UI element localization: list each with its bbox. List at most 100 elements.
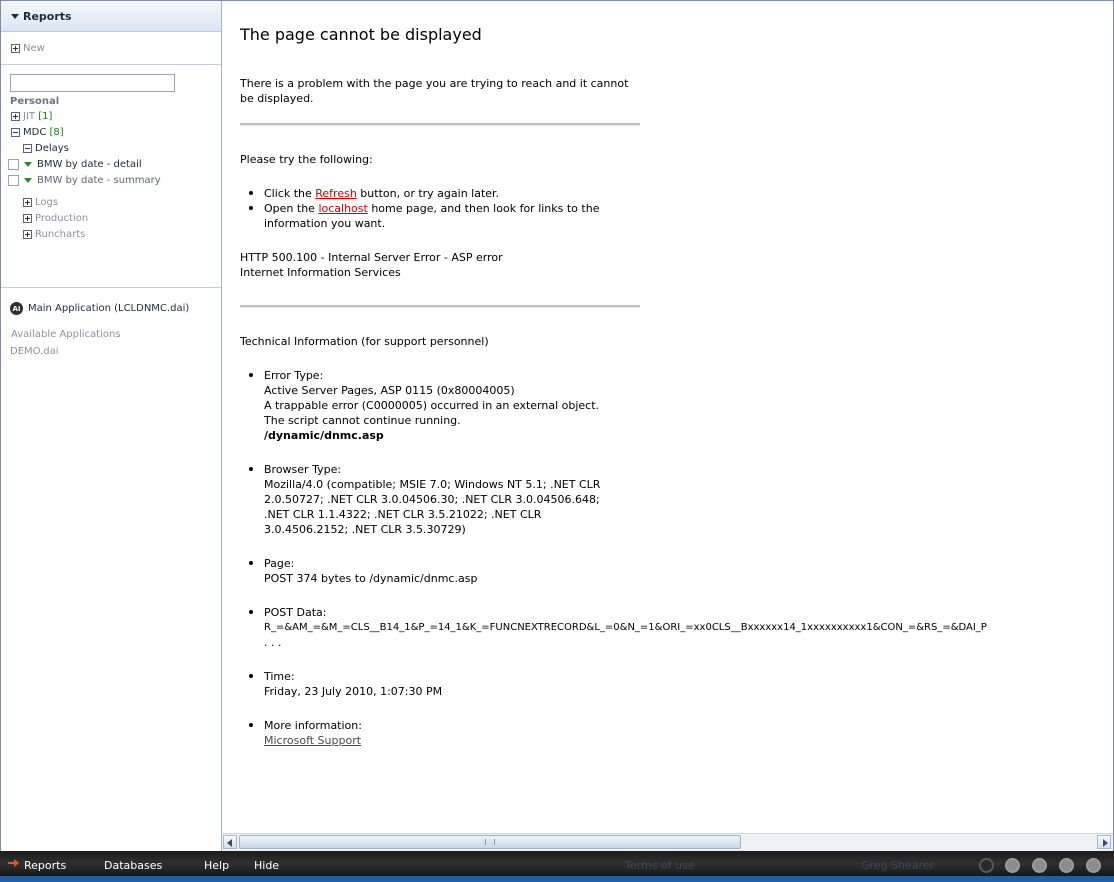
collapse-minus-icon	[23, 144, 32, 153]
application-link-demo[interactable]: DEMO.dai	[10, 346, 59, 357]
terms-of-use-link[interactable]: Terms of use	[625, 859, 694, 872]
new-label: New	[23, 43, 45, 54]
taskbar-hide[interactable]: Hide	[254, 859, 279, 872]
new-report-item[interactable]: New	[11, 43, 45, 54]
time-item: Time: Friday, 23 July 2010, 1:07:30 PM	[249, 669, 644, 699]
microsoft-support-link[interactable]: Microsoft Support	[264, 733, 644, 748]
scrollbar-thumb[interactable]	[239, 835, 741, 849]
horizontal-scrollbar[interactable]	[222, 833, 1113, 851]
page-item: Page: POST 374 bytes to /dynamic/dnmc.as…	[249, 556, 644, 586]
scroll-right-button[interactable]	[1097, 835, 1111, 849]
current-application-label: Main Application (LCLDNMC.dai)	[28, 303, 190, 314]
post-data-item: POST Data: R_=&AM_=&M_=CLS__B14_1&P_=14_…	[249, 605, 1104, 650]
reports-panel-header[interactable]: Reports	[1, 1, 221, 32]
status-circle-icon[interactable]	[979, 858, 994, 873]
personal-section-label: Personal	[10, 96, 60, 107]
error-type-item: Error Type: Active Server Pages, ASP 011…	[249, 368, 644, 443]
expand-plus-icon	[23, 198, 32, 207]
browser-type-item: Browser Type: Mozilla/4.0 (compatible; M…	[249, 462, 624, 537]
arrow-left-icon	[227, 839, 232, 847]
report-label: BMW by date - summary	[37, 175, 161, 186]
expand-plus-icon	[11, 112, 20, 121]
more-info-item: More information: Microsoft Support	[249, 718, 644, 748]
error-type-line: A trappable error (C0000005) occurred in…	[264, 399, 600, 412]
time-label: Time:	[264, 670, 295, 683]
tree-node-runcharts[interactable]: Runcharts	[23, 229, 85, 240]
taskbar-help[interactable]: Help	[204, 859, 229, 872]
sidebar: Reports New Personal JIT [1] MDC [8] Del…	[1, 1, 222, 851]
iis-text: Internet Information Services	[240, 266, 401, 279]
report-triangle-icon	[24, 178, 32, 183]
page-label: Page:	[264, 557, 295, 570]
suggestion-text: Click the	[264, 187, 316, 200]
more-info-label: More information:	[264, 719, 362, 732]
content-frame: The page cannot be displayed There is a …	[222, 1, 1113, 833]
arrow-right-icon	[8, 859, 19, 867]
post-data-label: POST Data:	[264, 606, 327, 619]
report-label: BMW by date - detail	[37, 159, 142, 170]
tree-node-mdc[interactable]: MDC [8]	[11, 127, 64, 138]
localhost-link[interactable]: localhost	[318, 202, 367, 215]
error-type-label: Error Type:	[264, 369, 324, 382]
reports-panel-title: Reports	[23, 9, 72, 23]
report-item-detail[interactable]: BMW by date - detail	[8, 159, 142, 170]
report-triangle-icon	[24, 162, 32, 167]
scroll-left-button[interactable]	[223, 835, 237, 849]
status-circle-icon[interactable]	[1086, 858, 1101, 873]
expand-plus-icon	[11, 44, 20, 53]
search-input[interactable]	[10, 74, 175, 92]
divider	[1, 64, 221, 65]
collapse-minus-icon	[11, 128, 20, 137]
report-item-summary[interactable]: BMW by date - summary	[8, 175, 161, 186]
report-checkbox[interactable]	[8, 175, 19, 186]
error-type-line: The script cannot continue running.	[264, 414, 461, 427]
browser-type-label: Browser Type:	[264, 463, 342, 476]
post-data-ellipsis: . . .	[264, 636, 282, 649]
current-application[interactable]: AI Main Application (LCLDNMC.dai)	[10, 302, 189, 315]
taskbar-databases[interactable]: Databases	[104, 859, 162, 872]
page-value: POST 374 bytes to /dynamic/dnmc.asp	[264, 572, 478, 585]
tree-node-jit[interactable]: JIT [1]	[11, 111, 52, 122]
tree-node-label: Runcharts	[35, 229, 86, 240]
refresh-link[interactable]: Refresh	[315, 187, 357, 200]
divider	[1, 287, 221, 288]
tech-heading: Technical Information (for support perso…	[240, 335, 489, 348]
suggestion-text: Open the	[264, 202, 319, 215]
user-name: Greg Shearer	[861, 859, 935, 872]
page-title: The page cannot be displayed	[240, 25, 482, 44]
tree-node-delays[interactable]: Delays	[23, 143, 69, 154]
available-applications-label: Available Applications	[11, 329, 121, 340]
app-window: Reports New Personal JIT [1] MDC [8] Del…	[0, 0, 1114, 852]
tree-node-label: MDC	[23, 127, 47, 138]
intro-text: There is a problem with the page you are…	[240, 77, 629, 105]
system-taskbar-strip	[0, 876, 1114, 882]
status-circle-icon[interactable]	[1005, 858, 1020, 873]
tree-node-label: JIT	[23, 111, 36, 122]
taskbar-reports[interactable]: Reports	[24, 859, 66, 872]
suggestion-refresh: Click the Refresh button, or try again l…	[249, 186, 644, 201]
horizontal-rule	[240, 305, 640, 308]
error-type-line: Active Server Pages, ASP 0115 (0x8000400…	[264, 384, 515, 397]
tree-node-production[interactable]: Production	[23, 213, 88, 224]
expand-plus-icon	[23, 230, 32, 239]
application-logo-icon: AI	[10, 302, 23, 315]
tree-node-count: [8]	[49, 127, 64, 138]
time-value: Friday, 23 July 2010, 1:07:30 PM	[264, 685, 443, 698]
status-circle-icon[interactable]	[1032, 858, 1047, 873]
post-data-value: R_=&AM_=&M_=CLS__B14_1&P_=14_1&K_=FUNCNE…	[264, 622, 987, 633]
status-circle-icon[interactable]	[1059, 858, 1074, 873]
arrow-right-icon	[1103, 839, 1108, 847]
collapse-triangle-icon	[11, 13, 19, 19]
tree-node-label: Logs	[35, 197, 59, 208]
grip-icon	[485, 839, 495, 845]
suggestion-home: Open the localhost home page, and then l…	[249, 201, 644, 231]
http-error-text: HTTP 500.100 - Internal Server Error - A…	[240, 251, 503, 264]
tree-node-logs[interactable]: Logs	[23, 197, 58, 208]
report-checkbox[interactable]	[8, 159, 19, 170]
try-following-text: Please try the following:	[240, 153, 373, 166]
error-file: /dynamic/dnmc.asp	[264, 429, 384, 442]
tree-node-label: Delays	[35, 143, 69, 154]
suggestion-text: button, or try again later.	[356, 187, 500, 200]
browser-type-value: Mozilla/4.0 (compatible; MSIE 7.0; Windo…	[264, 478, 601, 536]
horizontal-rule	[240, 123, 640, 126]
